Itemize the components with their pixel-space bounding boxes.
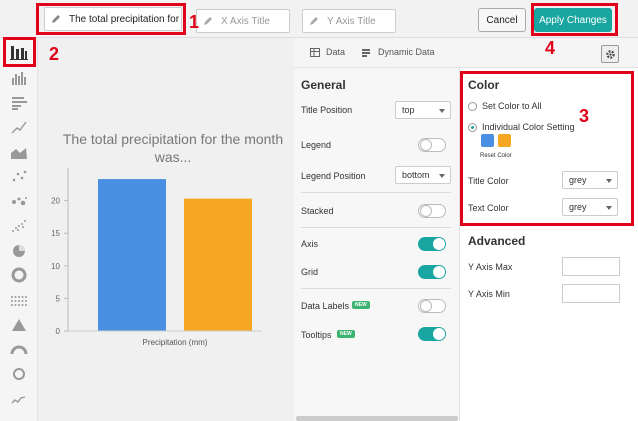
general-title: General: [301, 78, 346, 92]
toggle-knob: [420, 300, 432, 312]
general-panel: General Title Position top Legend Legend…: [294, 68, 460, 421]
toggle-knob: [433, 266, 445, 278]
dot-scatter-icon[interactable]: [9, 218, 29, 234]
horizontal-scrollbar[interactable]: [296, 416, 458, 421]
database-icon: [362, 48, 370, 57]
toggle-knob: [420, 139, 432, 151]
pencil-icon: [204, 17, 212, 25]
stacked-toggle[interactable]: [418, 204, 446, 218]
line-chart-icon[interactable]: [9, 119, 29, 135]
tab-data[interactable]: Data: [310, 47, 345, 57]
legend-label: Legend: [301, 140, 332, 150]
data-labels-toggle[interactable]: [418, 299, 446, 313]
title-position-label: Title Position: [301, 105, 353, 115]
x-axis-title-placeholder: X Axis Title: [221, 15, 270, 27]
divider: [301, 227, 451, 228]
settings-button[interactable]: [601, 45, 619, 63]
data-labels-label: Data Labels: [301, 301, 350, 311]
toggle-knob: [433, 328, 445, 340]
gear-icon: [605, 49, 615, 59]
tooltips-label: Tooltips: [301, 330, 332, 340]
axis-toggle[interactable]: [418, 237, 446, 251]
bar-chart: 0 5 10 15 20 Precipitation (mm): [51, 168, 262, 347]
legend-position-label: Legend Position: [301, 171, 366, 181]
axis-label: Axis: [301, 239, 319, 249]
cancel-button[interactable]: Cancel: [478, 8, 526, 32]
horizontal-bar-icon[interactable]: [9, 95, 29, 111]
y-axis-title-placeholder: Y Axis Title: [327, 15, 376, 27]
grid-dot-icon[interactable]: [9, 292, 29, 308]
tab-data-label: Data: [326, 47, 346, 57]
chart-editor: The total precipitation for X Axis Title…: [0, 0, 638, 421]
histogram-icon[interactable]: [9, 70, 29, 86]
bubble-icon[interactable]: [9, 193, 29, 209]
annotation-box-2: [3, 37, 36, 67]
y-axis-title-input[interactable]: Y Axis Title: [302, 9, 396, 33]
annotation-box-1: [36, 3, 186, 35]
chevron-down-icon: [439, 109, 445, 113]
chart-preview: The total precipitation for the month wa…: [38, 38, 294, 421]
toggle-knob: [420, 205, 432, 217]
new-badge: NEW: [352, 301, 370, 309]
annotation-box-3: [460, 71, 634, 226]
legend-toggle[interactable]: [418, 138, 446, 152]
new-badge: NEW: [337, 330, 355, 338]
table-icon: [310, 47, 320, 57]
annotation-number-3: 3: [579, 106, 590, 126]
pencil-icon: [310, 17, 318, 25]
x-axis-title-input[interactable]: X Axis Title: [196, 9, 290, 33]
annotation-box-4: [531, 3, 618, 36]
advanced-title: Advanced: [468, 234, 526, 248]
legend-position-value: bottom: [402, 170, 430, 180]
annotation-number-1: 1: [189, 12, 200, 32]
title-position-select[interactable]: top: [395, 101, 451, 119]
y-axis-min-label: Y Axis Min: [468, 289, 510, 299]
pie-chart-icon[interactable]: [9, 243, 29, 259]
sparkline-icon[interactable]: [9, 391, 29, 407]
toggle-knob: [433, 238, 445, 250]
bar: [184, 198, 252, 331]
bar: [98, 179, 166, 331]
annotation-number-4: 4: [545, 38, 556, 58]
y-axis-max-input[interactable]: [562, 257, 620, 276]
x-axis-label: Precipitation (mm): [143, 338, 208, 347]
tab-dynamic-data-label: Dynamic Data: [378, 47, 435, 57]
panel-tabs: Data Dynamic Data: [294, 38, 638, 68]
y-tick-label: 15: [51, 229, 60, 238]
scatter-icon[interactable]: [9, 169, 29, 185]
y-axis-max-label: Y Axis Max: [468, 262, 513, 272]
chevron-down-icon: [439, 174, 445, 178]
gauge-icon[interactable]: [9, 342, 29, 358]
chart-type-sidebar: [0, 38, 38, 421]
annotation-number-2: 2: [49, 44, 60, 64]
title-position-value: top: [402, 105, 415, 115]
y-tick-label: 20: [51, 197, 60, 206]
legend-position-select[interactable]: bottom: [395, 166, 451, 184]
divider: [301, 192, 451, 193]
area-chart-icon[interactable]: [9, 144, 29, 160]
y-axis-min-input[interactable]: [562, 284, 620, 303]
y-tick-label: 0: [56, 327, 61, 336]
triangle-chart-icon[interactable]: [9, 317, 29, 333]
tab-dynamic-data[interactable]: Dynamic Data: [362, 47, 435, 57]
donut-chart-icon[interactable]: [9, 267, 29, 283]
divider: [301, 288, 451, 289]
grid-label: Grid: [301, 267, 319, 277]
circle-chart-icon[interactable]: [9, 366, 29, 382]
y-tick-label: 10: [51, 262, 60, 271]
stacked-label: Stacked: [301, 206, 334, 216]
grid-toggle[interactable]: [418, 265, 446, 279]
tooltips-toggle[interactable]: [418, 327, 446, 341]
y-tick-label: 5: [56, 294, 61, 303]
